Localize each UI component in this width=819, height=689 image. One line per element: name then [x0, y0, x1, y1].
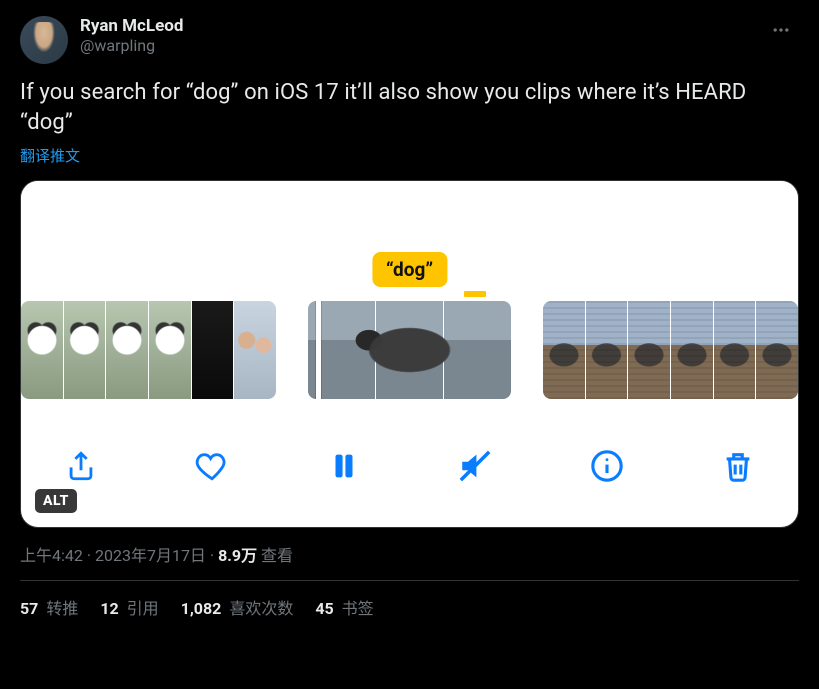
pause-button[interactable] [326, 448, 362, 484]
views-count: 8.9万 [218, 546, 257, 565]
author-handle[interactable]: @warpling [80, 36, 183, 55]
thumbnail [192, 301, 234, 399]
clip-group-3[interactable] [543, 301, 798, 399]
user-block: Ryan McLeod @warpling [80, 16, 183, 56]
avatar[interactable] [20, 16, 68, 64]
thumbnail [444, 301, 511, 399]
info-icon [590, 449, 624, 483]
tweet-container: Ryan McLeod @warpling If you search for … [0, 0, 819, 629]
trash-icon [721, 449, 755, 483]
tweet-text: If you search for “dog” on iOS 17 it’ll … [20, 78, 799, 137]
more-icon [771, 20, 791, 40]
retweets-stat[interactable]: 57 转推 [20, 595, 78, 619]
thumbnail [149, 301, 191, 399]
tweet-time[interactable]: 上午4:42 [20, 546, 83, 565]
thumbnail [64, 301, 106, 399]
mute-button[interactable] [457, 448, 493, 484]
thumbnail [671, 301, 713, 399]
thumbnail [543, 301, 585, 399]
alt-badge[interactable]: ALT [35, 489, 77, 513]
share-button[interactable] [63, 448, 99, 484]
thumbnail [106, 301, 148, 399]
playhead[interactable] [316, 301, 321, 399]
share-icon [64, 449, 98, 483]
media-controls [21, 419, 798, 527]
stats-row: 57 转推 12 引用 1,082 喜欢次数 45 书签 [20, 595, 799, 619]
author-name[interactable]: Ryan McLeod [80, 16, 183, 36]
info-button[interactable] [589, 448, 625, 484]
tweet-meta: 上午4:42 · 2023年7月17日 · 8.9万 查看 [20, 542, 799, 566]
search-term-marker [464, 291, 486, 297]
bookmarks-stat[interactable]: 45 书签 [315, 595, 373, 619]
likes-stat[interactable]: 1,082 喜欢次数 [181, 595, 294, 619]
like-button[interactable] [194, 448, 230, 484]
more-button[interactable] [763, 16, 799, 48]
thumbnail [376, 301, 443, 399]
pause-icon [327, 449, 361, 483]
views-label[interactable]: 查看 [257, 546, 293, 565]
media-card[interactable]: “dog” [20, 180, 799, 528]
translate-link[interactable]: 翻译推文 [20, 145, 799, 166]
media-whitespace: “dog” [21, 181, 798, 287]
thumbnail [756, 301, 798, 399]
tweet-header: Ryan McLeod @warpling [20, 16, 799, 64]
thumbnail [714, 301, 756, 399]
video-timeline[interactable] [21, 301, 798, 399]
thumbnail [234, 301, 276, 399]
heart-icon [195, 449, 229, 483]
clip-group-2[interactable] [308, 301, 511, 399]
thumbnail [21, 301, 63, 399]
delete-button[interactable] [720, 448, 756, 484]
thumbnail [628, 301, 670, 399]
thumbnail [586, 301, 628, 399]
search-term-label: “dog” [372, 252, 447, 287]
tweet-date[interactable]: 2023年7月17日 [95, 546, 206, 565]
mute-icon [458, 449, 492, 483]
divider [20, 580, 799, 581]
quotes-stat[interactable]: 12 引用 [100, 595, 158, 619]
clip-group-1[interactable] [21, 301, 276, 399]
